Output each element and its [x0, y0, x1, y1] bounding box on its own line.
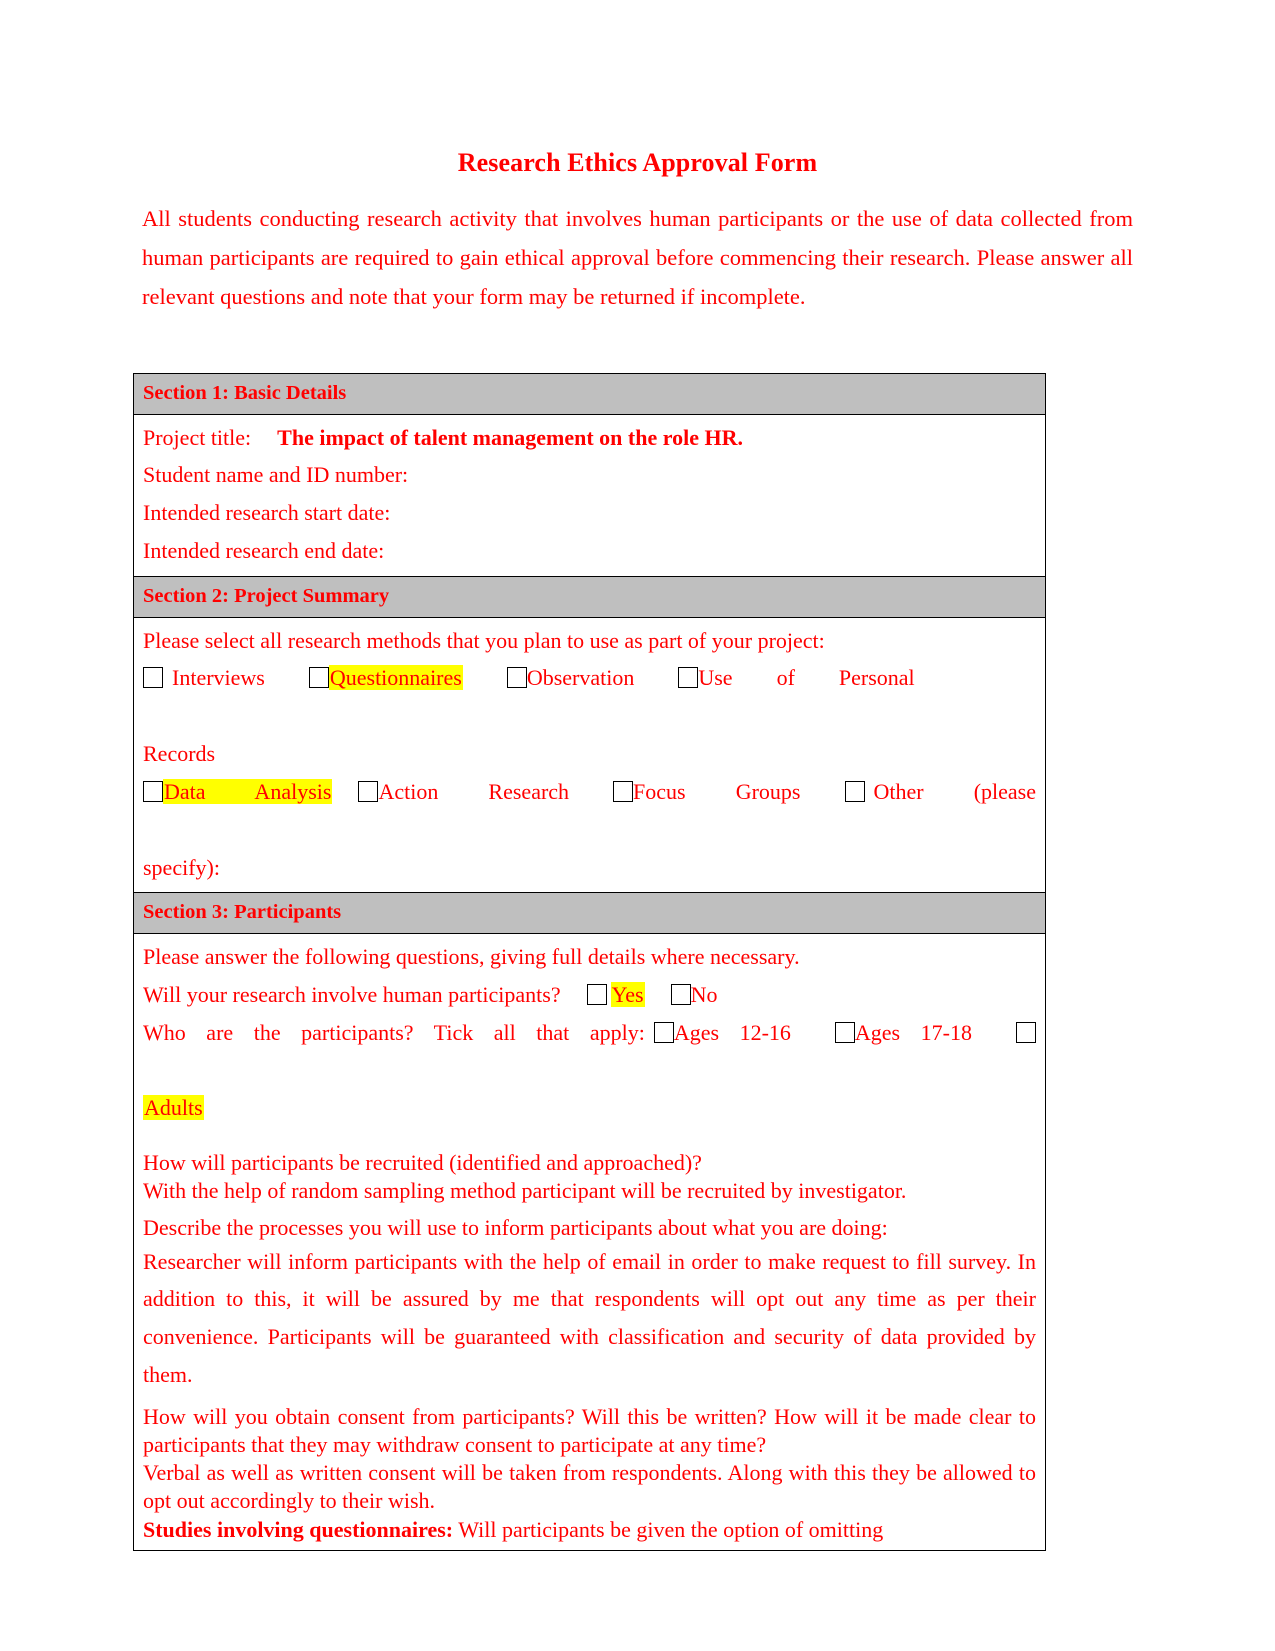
end-date-row: Intended research end date:	[143, 532, 1036, 570]
inform-answer[interactable]: Researcher will inform participants with…	[143, 1243, 1036, 1394]
section-1-body: Project title: The impact of talent manag…	[134, 415, 1045, 576]
checkbox-action-research[interactable]	[358, 780, 379, 802]
checkbox-focus-groups[interactable]	[613, 780, 634, 802]
ethics-form-table: Section 1: Basic Details Project title: T…	[133, 373, 1046, 1551]
section-2-body: Please select all research methods that …	[134, 618, 1045, 893]
label-human-yes: Yes	[610, 981, 645, 1007]
inform-question: Describe the processes you will use to i…	[143, 1215, 888, 1241]
checkbox-use-of-personal-records[interactable]	[678, 667, 699, 689]
checkbox-other[interactable]	[844, 780, 865, 802]
document-page: Research Ethics Approval Form All studen…	[0, 0, 1275, 1651]
start-date-label: Intended research start date:	[143, 500, 391, 526]
label-questionnaires: Questionnaires	[328, 665, 463, 691]
checkbox-human-yes[interactable]	[586, 983, 607, 1005]
consent-question: How will you obtain consent from partici…	[143, 1403, 1036, 1458]
label-personal: Personal	[838, 665, 915, 691]
checkbox-ages-17-18[interactable]	[834, 1021, 855, 1043]
questionnaires-label: Studies involving questionnaires:	[143, 1516, 454, 1542]
project-title-label: Project title:	[143, 424, 252, 450]
checkbox-human-no[interactable]	[670, 983, 691, 1005]
section-3-header: Section 3: Participants	[134, 892, 1045, 935]
label-specify-wrap: specify):	[143, 854, 220, 880]
label-ages-17-18: Ages 17-18	[854, 1019, 972, 1045]
end-date-label: Intended research end date:	[143, 538, 385, 564]
checkbox-ages-12-16[interactable]	[653, 1021, 674, 1043]
section-3-body: Please answer the following questions, g…	[134, 934, 1045, 1550]
page-title: Research Ethics Approval Form	[457, 148, 818, 177]
recruitment-question: How will participants be recruited (iden…	[143, 1150, 702, 1176]
checkbox-observation[interactable]	[506, 667, 527, 689]
label-use: Use	[698, 665, 733, 691]
human-participants-question: Will your research involve human partici…	[143, 981, 561, 1007]
label-adults-wrap: Adults	[143, 1089, 1036, 1127]
label-human-no: No	[690, 981, 718, 1007]
questionnaires-question: Will participants be given the option of…	[453, 1516, 884, 1542]
checkbox-questionnaires[interactable]	[308, 667, 329, 689]
recruitment-answer[interactable]: With the help of random sampling method …	[143, 1177, 1036, 1205]
checkbox-data-analysis[interactable]	[143, 780, 163, 802]
label-data-analysis: Data Analysis	[163, 778, 333, 804]
checkbox-adults[interactable]	[1016, 1021, 1036, 1043]
participants-prompt: Please answer the following questions, g…	[143, 944, 800, 970]
label-focus-groups: Focus Groups	[633, 778, 801, 804]
methods-row-2: Data Analysis Action Research Focus Groups…	[143, 773, 1036, 849]
questionnaires-row: Studies involving questionnaires: Will p…	[143, 1516, 1036, 1544]
label-observation: Observation	[526, 665, 635, 691]
project-title-row: Project title: The impact of talent manag…	[143, 419, 1036, 457]
section-1-header: Section 1: Basic Details	[134, 374, 1045, 415]
section-2-header: Section 2: Project Summary	[134, 575, 1045, 618]
start-date-row: Intended research start date:	[143, 494, 1036, 532]
who-participants-question: Who are the participants? Tick all that …	[143, 1019, 645, 1045]
label-interviews: Interviews	[172, 665, 265, 691]
methods-prompt: Please select all research methods that …	[143, 627, 825, 653]
checkbox-interviews[interactable]	[143, 667, 163, 689]
label-of: of	[776, 665, 795, 691]
project-title-value[interactable]: The impact of talent management on the r…	[277, 425, 743, 450]
who-participants-row: Who are the participants? Tick all that …	[143, 1014, 1036, 1090]
consent-answer[interactable]: Verbal as well as written consent will b…	[143, 1459, 1036, 1515]
label-action-research: Action Research	[378, 778, 570, 804]
human-participants-row: Will your research involve human partici…	[143, 976, 1036, 1014]
label-adults: Adults	[143, 1095, 204, 1121]
student-name-row: Student name and ID number:	[143, 456, 1036, 494]
intro-paragraph: All students conducting research activit…	[142, 206, 1133, 309]
student-name-label: Student name and ID number:	[143, 462, 409, 488]
methods-row-1: Interviews Questionnaires Observation Use of…	[143, 659, 1036, 735]
label-records-wrap: Records	[143, 741, 216, 767]
label-other: Other (please	[873, 778, 1037, 804]
label-ages-12-16: Ages 12-16	[673, 1019, 791, 1045]
